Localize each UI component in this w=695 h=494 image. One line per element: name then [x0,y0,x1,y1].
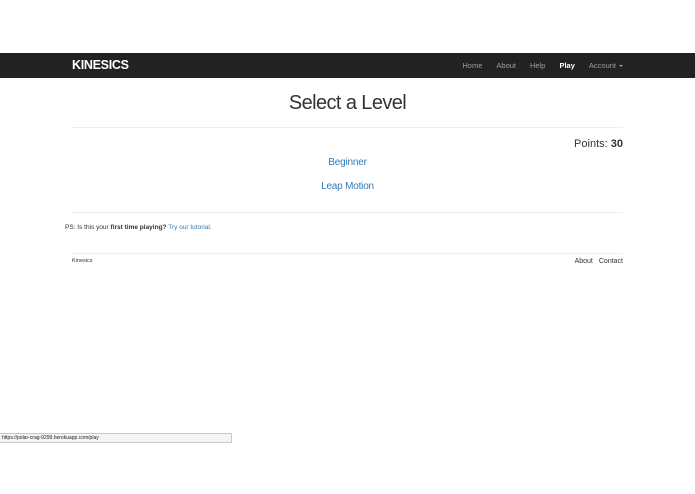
nav-item-account-label: Account [588,61,616,70]
navbar: KINESICS Home About Help Play Account [0,53,695,78]
level-link-beginner[interactable]: Beginner [0,157,695,169]
points-label: Points: [574,138,608,150]
footer-brand: Kinesics [72,258,93,264]
tutorial-link[interactable]: Try our tutorial [168,224,210,231]
tutorial-hint: PS: Is this your first time playing? Try… [65,223,212,232]
footer-link-about[interactable]: About [575,257,593,267]
page-title: Select a Level [288,92,407,114]
brand-logo[interactable]: KINESICS [72,58,129,73]
nav-item-play[interactable]: Play [559,53,574,78]
footer-divider [72,253,623,254]
nav-item-about[interactable]: About [496,53,516,78]
nav-item-account[interactable]: Account [589,53,623,78]
caret-down-icon [619,64,623,67]
footer-link-contact[interactable]: Contact [599,257,623,267]
nav-item-help[interactable]: Help [530,53,545,78]
level-link-leap-motion[interactable]: Leap Motion [0,181,695,193]
content-divider [72,212,623,213]
points-display: Points: 30 [574,137,623,151]
nav-item-home[interactable]: Home [462,53,482,78]
tutorial-hint-suffix: . [209,224,212,231]
header-divider [72,127,623,128]
footer-links: About Contact [569,257,623,267]
nav-menu: Home About Help Play Account [448,53,623,78]
status-bar-url: https://polar-crag-9299.herokuapp.com/pl… [0,433,232,443]
tutorial-hint-prefix: PS: Is this your [65,224,111,231]
points-value: 30 [610,138,623,150]
tutorial-hint-emphasis: first time playing? [110,224,167,231]
